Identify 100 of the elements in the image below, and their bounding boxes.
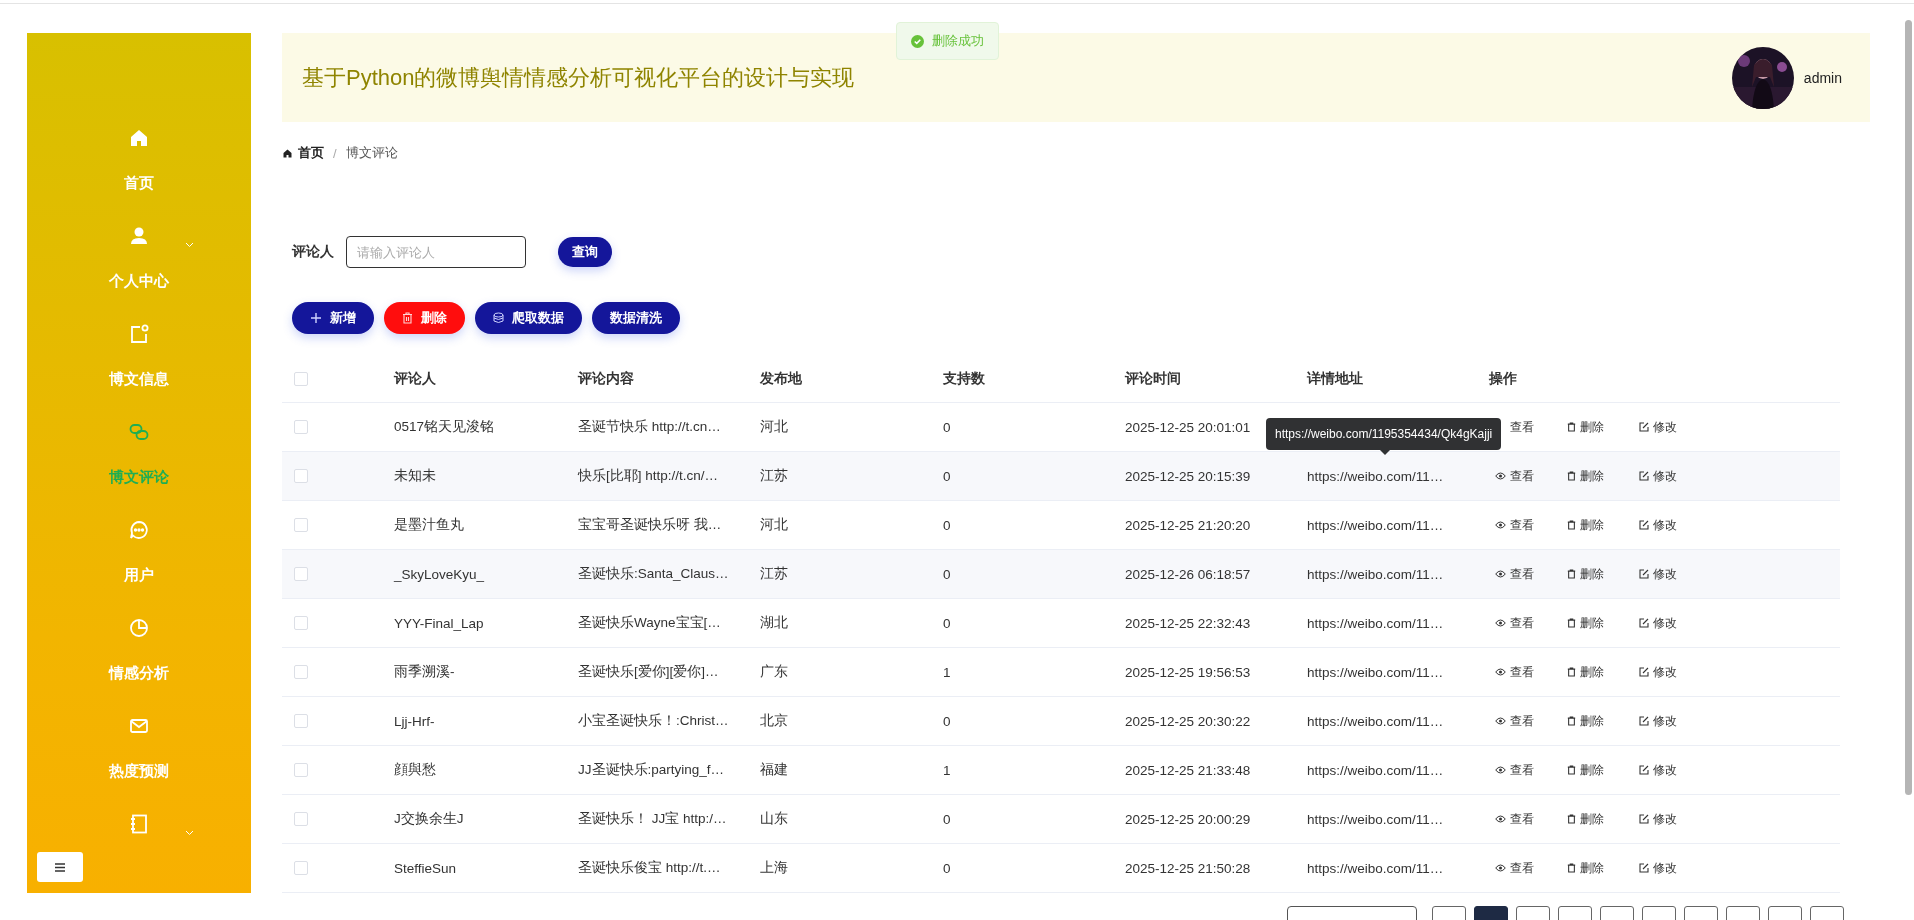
user-name[interactable]: admin bbox=[1803, 69, 1842, 86]
sidebar-item-label: 首页 bbox=[124, 173, 154, 193]
edit-icon bbox=[1639, 765, 1649, 775]
table-cell: https://weibo.com/11… bbox=[1307, 566, 1444, 582]
row-checkbox[interactable] bbox=[294, 469, 308, 483]
search-button[interactable]: 查询 bbox=[558, 237, 612, 267]
delete-row-button[interactable]: 删除 bbox=[1553, 805, 1625, 833]
column-header: 操作 bbox=[1489, 369, 1518, 388]
edit-icon bbox=[1639, 471, 1649, 481]
row-checkbox[interactable] bbox=[294, 665, 308, 679]
field-label: 评论人 bbox=[292, 243, 334, 261]
table-cell: Ljj-Hrf- bbox=[394, 713, 435, 729]
view-button[interactable]: 查看 bbox=[1481, 854, 1553, 882]
trash-icon bbox=[1567, 814, 1576, 824]
table-cell: JJ圣诞快乐:partying_f… bbox=[578, 762, 725, 777]
row-checkbox[interactable] bbox=[294, 420, 308, 434]
edit-icon bbox=[1639, 814, 1649, 824]
edit-button[interactable]: 修改 bbox=[1625, 756, 1697, 784]
view-button[interactable]: 查看 bbox=[1481, 658, 1553, 686]
delete-row-button[interactable]: 删除 bbox=[1553, 413, 1625, 441]
table-cell: 上海 bbox=[760, 860, 788, 875]
eye-icon bbox=[1495, 668, 1506, 676]
sidebar-item-label: 个人中心 bbox=[109, 271, 169, 291]
table-cell: https://weibo.com/11… bbox=[1307, 517, 1444, 533]
edit-button[interactable]: 修改 bbox=[1625, 805, 1697, 833]
eye-icon bbox=[1495, 864, 1506, 872]
edit-button[interactable]: 修改 bbox=[1625, 413, 1697, 441]
delete-button[interactable]: 删除 bbox=[384, 302, 465, 334]
column-header: 评论内容 bbox=[578, 369, 635, 388]
trash-icon bbox=[1567, 667, 1576, 677]
home-icon bbox=[128, 127, 150, 149]
table-cell: 宝宝哥圣诞快乐呀 我… bbox=[578, 517, 722, 532]
edit-button[interactable]: 修改 bbox=[1625, 707, 1697, 735]
edit-button[interactable]: 修改 bbox=[1625, 462, 1697, 490]
plus-icon bbox=[310, 312, 322, 324]
table-cell: 河北 bbox=[760, 517, 788, 532]
edit-button[interactable]: 修改 bbox=[1625, 609, 1697, 637]
delete-row-button[interactable]: 删除 bbox=[1553, 658, 1625, 686]
table-cell: https://weibo.com/11… bbox=[1307, 713, 1444, 729]
row-checkbox[interactable] bbox=[294, 763, 308, 777]
table-cell: 江苏 bbox=[760, 566, 788, 581]
row-checkbox[interactable] bbox=[294, 616, 308, 630]
table-cell: 湖北 bbox=[760, 615, 788, 630]
row-checkbox[interactable] bbox=[294, 812, 308, 826]
crawl-button[interactable]: 爬取数据 bbox=[475, 302, 582, 334]
add-button[interactable]: 新增 bbox=[292, 302, 374, 334]
delete-row-button[interactable]: 删除 bbox=[1553, 609, 1625, 637]
table-cell: 圣诞快乐Wayne宝宝[… bbox=[578, 615, 721, 630]
delete-row-button[interactable]: 删除 bbox=[1553, 511, 1625, 539]
trash-icon bbox=[1567, 471, 1576, 481]
view-button[interactable]: 查看 bbox=[1481, 511, 1553, 539]
trash-icon bbox=[1567, 618, 1576, 628]
table-cell: 圣诞节快乐 http://t.cn… bbox=[578, 419, 721, 434]
database-icon bbox=[493, 312, 504, 324]
table-cell: 广东 bbox=[760, 664, 788, 679]
delete-row-button[interactable]: 删除 bbox=[1553, 707, 1625, 735]
delete-row-button[interactable]: 删除 bbox=[1553, 462, 1625, 490]
row-checkbox[interactable] bbox=[294, 714, 308, 728]
table-cell: 圣诞快乐[爱你][爱你]… bbox=[578, 664, 719, 679]
table-cell: 0 bbox=[943, 468, 951, 484]
delete-row-button[interactable]: 删除 bbox=[1553, 854, 1625, 882]
edit-button[interactable]: 修改 bbox=[1625, 511, 1697, 539]
table-cell: 1 bbox=[943, 762, 951, 778]
table-cell: 北京 bbox=[760, 713, 788, 728]
view-button[interactable]: 查看 bbox=[1481, 756, 1553, 784]
column-header: 评论时间 bbox=[1125, 369, 1182, 388]
edit-button[interactable]: 修改 bbox=[1625, 560, 1697, 588]
clean-button[interactable]: 数据清洗 bbox=[592, 302, 680, 334]
breadcrumb-link[interactable]: 首页 bbox=[298, 144, 324, 162]
table-cell: 0 bbox=[943, 860, 951, 876]
search-field[interactable]: 请输入评论人 bbox=[346, 236, 526, 268]
row-checkbox[interactable] bbox=[294, 518, 308, 532]
trash-icon bbox=[402, 312, 413, 324]
view-button[interactable]: 查看 bbox=[1481, 560, 1553, 588]
menu-toggle-button[interactable] bbox=[37, 852, 83, 882]
edit-button[interactable]: 修改 bbox=[1625, 854, 1697, 882]
note-icon bbox=[128, 323, 150, 345]
table-cell: 福建 bbox=[760, 762, 788, 777]
view-button[interactable]: 查看 bbox=[1481, 609, 1553, 637]
table-cell: 0517铭天见浚铭 bbox=[394, 419, 495, 434]
delete-row-button[interactable]: 删除 bbox=[1553, 560, 1625, 588]
scrollbar[interactable] bbox=[1905, 20, 1912, 795]
table-cell: 2025-12-26 06:18:57 bbox=[1125, 566, 1251, 582]
row-checkbox[interactable] bbox=[294, 567, 308, 581]
select-all-checkbox[interactable] bbox=[294, 371, 308, 386]
edit-button[interactable]: 修改 bbox=[1625, 658, 1697, 686]
view-button[interactable]: 查看 bbox=[1481, 805, 1553, 833]
view-button[interactable]: 查看 bbox=[1481, 462, 1553, 490]
delete-row-button[interactable]: 删除 bbox=[1553, 756, 1625, 784]
sidebar-item-label: 热度预测 bbox=[109, 761, 169, 781]
trash-icon bbox=[1567, 765, 1576, 775]
eye-icon bbox=[1495, 815, 1506, 823]
table-cell: 山东 bbox=[760, 811, 788, 826]
row-checkbox[interactable] bbox=[294, 861, 308, 875]
table-cell: 2025-12-25 20:00:29 bbox=[1125, 811, 1251, 827]
view-button[interactable]: 查看 bbox=[1481, 707, 1553, 735]
table-cell: 1 bbox=[943, 664, 951, 680]
table-cell: 2025-12-25 20:15:39 bbox=[1125, 468, 1251, 484]
toast-message: 删除成功 bbox=[932, 32, 984, 50]
table-cell: 2025-12-25 19:56:53 bbox=[1125, 664, 1251, 680]
